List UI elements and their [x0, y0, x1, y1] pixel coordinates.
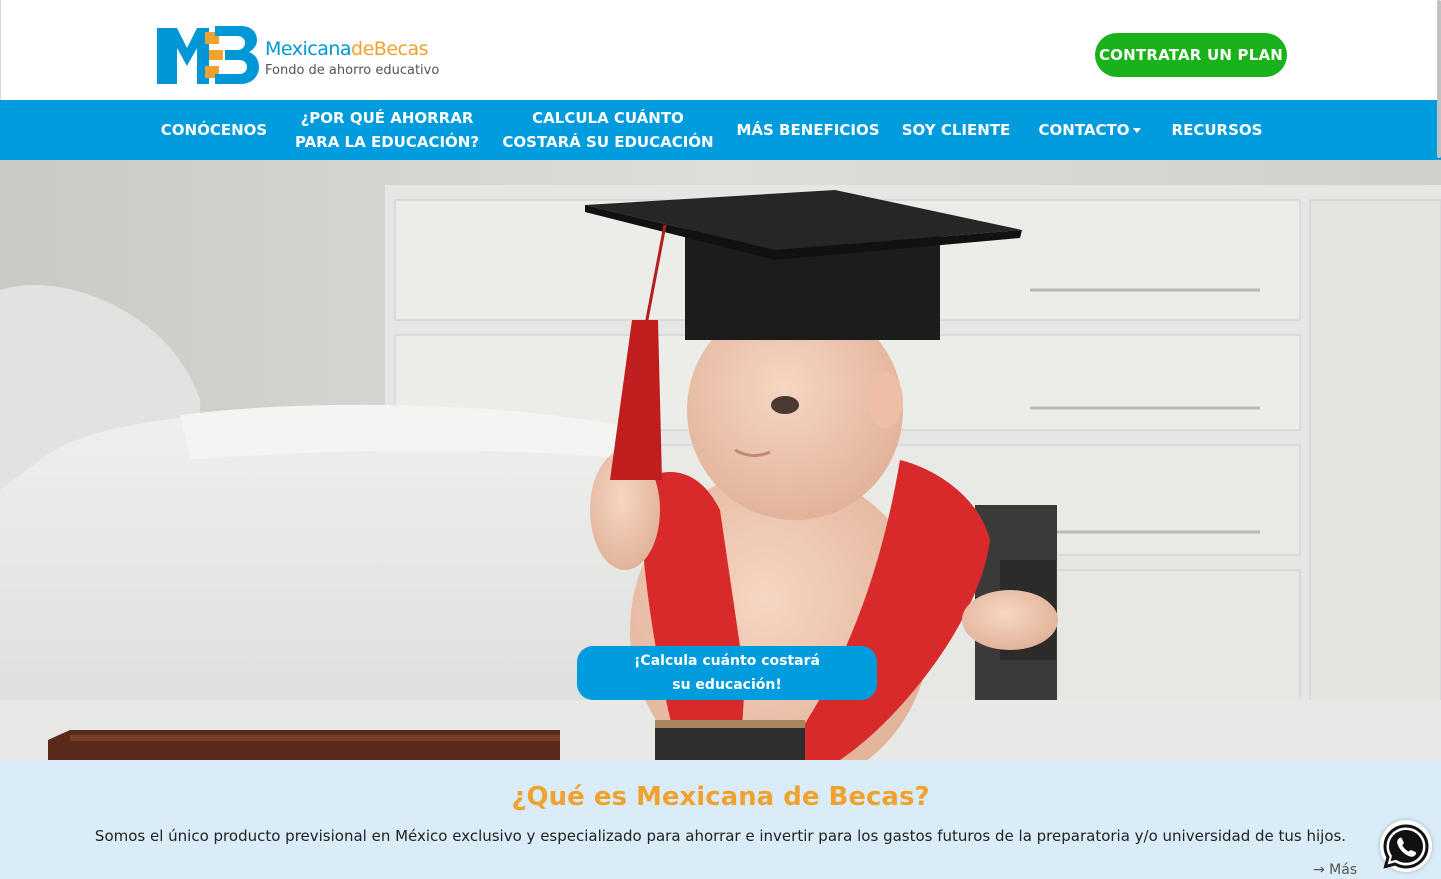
- nav-item-label: CONTACTO: [1038, 121, 1130, 139]
- contract-plan-button[interactable]: CONTRATAR UN PLAN: [1095, 33, 1287, 77]
- page: MexicanadeBecas Fondo de ahorro educativ…: [0, 0, 1441, 879]
- nav-item-label: CALCULA CUÁNTO: [532, 109, 684, 127]
- nav-item-calcula[interactable]: CALCULA CUÁNTO COSTARÁ SU EDUCACIÓN: [496, 100, 720, 160]
- nav-item-label: SOY CLIENTE: [901, 121, 1011, 139]
- nav-item-por-que-ahorrar[interactable]: ¿POR QUÉ AHORRAR PARA LA EDUCACIÓN?: [288, 100, 486, 160]
- hero-cta-line1: ¡Calcula cuánto costará: [634, 653, 820, 669]
- logo-brand-text: MexicanadeBecas: [265, 38, 429, 60]
- nav-item-recursos[interactable]: RECURSOS: [1164, 100, 1270, 160]
- logo-tagline: Fondo de ahorro educativo: [265, 63, 440, 78]
- hero-cta-line2: su educación!: [672, 677, 782, 693]
- logo-brand-part2: deBecas: [351, 38, 429, 60]
- hero-banner: ¡Calcula cuánto costará su educación!: [0, 160, 1441, 760]
- logo-mark-icon: [157, 26, 259, 84]
- page-scrollbar[interactable]: [1437, 0, 1441, 158]
- nav-item-label: MÁS BENEFICIOS: [736, 121, 880, 139]
- nav-item-label-line2: PARA LA EDUCACIÓN?: [294, 133, 480, 151]
- nav-item-conocenos[interactable]: CONÓCENOS: [150, 100, 278, 160]
- site-header: MexicanadeBecas Fondo de ahorro educativ…: [0, 0, 1437, 100]
- nav-item-label-line2: COSTARÁ SU EDUCACIÓN: [502, 133, 714, 151]
- nav-item-contacto[interactable]: CONTACTO: [1026, 100, 1154, 160]
- whatsapp-icon: [1383, 824, 1429, 869]
- about-title: ¿Qué es Mexicana de Becas?: [511, 782, 930, 812]
- nav-item-label: RECURSOS: [1171, 121, 1263, 139]
- logo-brand-part1: Mexicana: [265, 38, 352, 60]
- calculate-cost-button[interactable]: ¡Calcula cuánto costará su educación!: [577, 646, 877, 700]
- more-link[interactable]: → Más: [1313, 862, 1357, 878]
- about-description: Somos el único producto previsional en M…: [94, 827, 1347, 845]
- nav-item-label: CONÓCENOS: [160, 121, 268, 139]
- site-logo[interactable]: MexicanadeBecas Fondo de ahorro educativ…: [155, 22, 455, 86]
- nav-item-label: ¿POR QUÉ AHORRAR: [300, 109, 474, 127]
- nav-item-soy-cliente[interactable]: SOY CLIENTE: [896, 100, 1016, 160]
- about-section: ¿Qué es Mexicana de Becas? Somos el únic…: [0, 760, 1441, 879]
- whatsapp-button[interactable]: [1380, 820, 1432, 872]
- chevron-down-icon: [1133, 127, 1142, 133]
- main-nav: CONÓCENOS ¿POR QUÉ AHORRAR PARA LA EDUCA…: [0, 100, 1441, 160]
- nav-item-mas-beneficios[interactable]: MÁS BENEFICIOS: [730, 100, 886, 160]
